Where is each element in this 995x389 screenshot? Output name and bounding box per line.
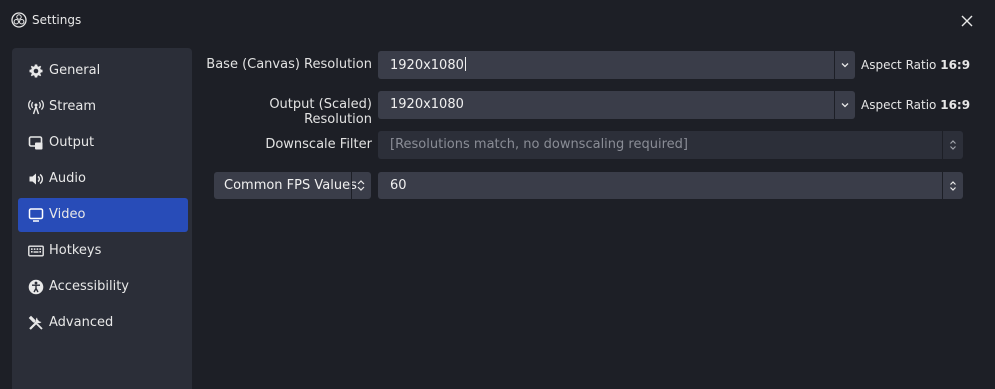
base-resolution-value: 1920x1080	[390, 57, 466, 73]
close-icon[interactable]	[958, 12, 976, 30]
sidebar-item-label: Accessibility	[49, 279, 129, 294]
tools-icon	[28, 315, 43, 330]
obs-logo-icon	[11, 12, 27, 28]
gear-icon	[29, 64, 43, 78]
output-resolution-label: Output (Scaled) Resolution	[269, 97, 372, 127]
divider	[942, 131, 943, 159]
fps-value: 60	[390, 178, 407, 193]
monitor-icon	[28, 208, 44, 222]
divider	[834, 51, 835, 79]
output-icon	[28, 136, 43, 150]
chevron-down-icon[interactable]	[839, 59, 851, 71]
settings-window: Settings General Stream Output Audio Vid…	[0, 0, 995, 389]
base-resolution-label: Base (Canvas) Resolution	[206, 57, 372, 72]
chevron-down-icon[interactable]	[839, 99, 851, 111]
sidebar-item-video[interactable]: Video	[18, 198, 188, 232]
sidebar-item-label: Advanced	[49, 315, 114, 330]
sidebar-item-label: Video	[49, 207, 86, 222]
output-resolution-select[interactable]: 1920x1080	[378, 91, 855, 119]
divider	[942, 172, 943, 199]
sidebar-item-audio[interactable]: Audio	[18, 162, 188, 196]
sidebar-item-advanced[interactable]: Advanced	[18, 306, 188, 340]
downscale-filter-value: [Resolutions match, no downscaling requi…	[390, 137, 688, 152]
fps-type-select[interactable]: Common FPS Values	[214, 172, 371, 199]
sidebar-item-label: General	[49, 63, 101, 78]
sidebar-item-stream[interactable]: Stream	[18, 90, 188, 124]
settings-sidebar: General Stream Output Audio Video Hotkey…	[12, 48, 192, 389]
speaker-icon	[29, 173, 44, 185]
fps-type-label: Common FPS Values	[224, 178, 357, 193]
sidebar-item-label: Stream	[49, 99, 97, 114]
sidebar-item-hotkeys[interactable]: Hotkeys	[18, 234, 188, 268]
sidebar-item-accessibility[interactable]: Accessibility	[18, 270, 188, 304]
sidebar-item-label: Output	[49, 135, 95, 150]
sidebar-item-label: Audio	[49, 171, 86, 186]
text-cursor	[464, 57, 466, 71]
downscale-filter-label: Downscale Filter	[265, 137, 372, 152]
accessibility-icon	[28, 279, 44, 295]
divider	[834, 91, 835, 119]
chevron-up-down-icon	[950, 140, 956, 150]
output-aspect-ratio: Aspect Ratio 16:9	[861, 98, 971, 112]
title-bar: Settings	[0, 0, 995, 40]
output-resolution-value: 1920x1080	[390, 97, 464, 112]
sidebar-item-label: Hotkeys	[49, 243, 102, 258]
broadcast-icon	[28, 99, 44, 115]
base-aspect-ratio: Aspect Ratio 16:9	[861, 58, 971, 72]
chevron-up-down-icon[interactable]	[947, 180, 959, 192]
keyboard-icon	[28, 245, 44, 257]
sidebar-item-output[interactable]: Output	[18, 126, 188, 160]
divider	[351, 172, 352, 199]
downscale-filter-select: [Resolutions match, no downscaling requi…	[378, 131, 963, 159]
chevron-up-down-icon[interactable]	[354, 178, 368, 193]
sidebar-item-general[interactable]: General	[18, 54, 188, 88]
base-resolution-select[interactable]: 1920x1080	[378, 51, 855, 79]
fps-value-select[interactable]: 60	[378, 172, 963, 199]
window-title: Settings	[32, 13, 82, 27]
